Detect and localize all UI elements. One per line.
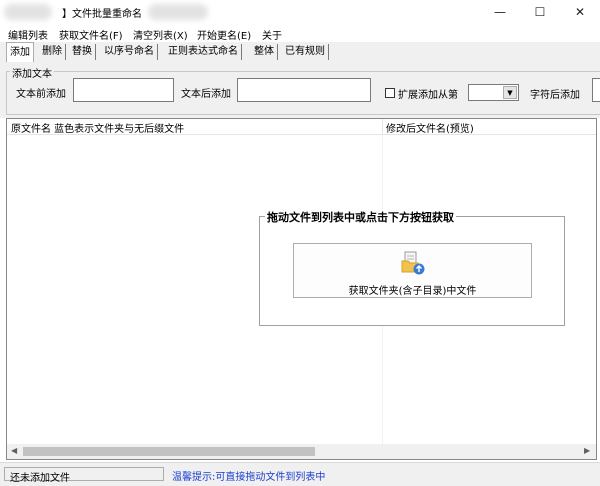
drag-drop-title: 拖动文件到列表中或点击下方按钮获取: [265, 209, 456, 225]
after-char-input-edge[interactable]: [592, 78, 600, 102]
extend-checkbox-label: 扩展添加从第: [398, 90, 458, 101]
get-folder-files-label: 获取文件夹(含子目录)中文件: [348, 286, 477, 297]
menu-bar: 编辑列表 获取文件名(F) 清空列表(X) 开始更名(E) 关于: [0, 24, 600, 42]
tab-existing-rules[interactable]: 已有规则: [282, 44, 329, 60]
after-char-label: 字符后添加: [530, 90, 580, 101]
menu-edit-list[interactable]: 编辑列表: [8, 27, 48, 42]
title-blurred: [148, 4, 208, 20]
column-original-name[interactable]: 原文件名 蓝色表示文件夹与无后缀文件: [11, 120, 184, 135]
suffix-label: 文本后添加: [181, 89, 231, 100]
scroll-right-icon[interactable]: ▶: [584, 446, 590, 455]
menu-get-filenames[interactable]: 获取文件名(F): [59, 27, 123, 42]
add-text-group-title: 添加文本: [10, 65, 54, 80]
folder-add-icon: [401, 251, 425, 275]
add-text-panel: 添加文本 文本前添加 文本后添加 扩展添加从第 ▼ 字符后添加: [0, 63, 600, 118]
suffix-input[interactable]: [237, 78, 371, 102]
menu-start-rename[interactable]: 开始更名(E): [197, 27, 251, 42]
app-icon-blurred: [4, 4, 52, 20]
list-header: 原文件名 蓝色表示文件夹与无后缀文件 修改后文件名(预览): [7, 119, 596, 135]
tab-sequence-name[interactable]: 以序号命名: [101, 44, 158, 60]
menu-clear-list[interactable]: 清空列表(X): [133, 27, 188, 42]
minimize-button[interactable]: —: [480, 0, 520, 24]
tab-whole[interactable]: 整体: [251, 44, 278, 60]
position-select[interactable]: ▼: [468, 84, 519, 101]
maximize-button[interactable]: ☐: [520, 0, 560, 24]
tab-replace[interactable]: 替换: [69, 44, 96, 60]
tab-delete[interactable]: 删除: [39, 44, 66, 60]
scrollbar-thumb[interactable]: [23, 447, 315, 456]
column-preview-name[interactable]: 修改后文件名(预览): [386, 120, 474, 135]
scroll-left-icon[interactable]: ◀: [11, 446, 17, 455]
title-bar: 】文件批量重命名 — ☐ ✕: [0, 0, 600, 24]
horizontal-scrollbar[interactable]: ◀ ▶: [7, 444, 596, 459]
tab-bar: 添加 删除 替换 以序号命名 正则表达式命名 整体 已有规则: [0, 42, 600, 63]
window-title: 】文件批量重命名: [62, 9, 142, 20]
get-folder-files-button[interactable]: 获取文件夹(含子目录)中文件: [293, 243, 532, 298]
extend-checkbox[interactable]: [385, 88, 395, 98]
tab-add[interactable]: 添加: [6, 42, 34, 62]
tab-regex-name[interactable]: 正则表达式命名: [165, 44, 242, 60]
tip-text: 温馨提示:可直接拖动文件到列表中: [172, 472, 326, 483]
close-button[interactable]: ✕: [560, 0, 600, 24]
status-text: 还未添加文件: [10, 473, 70, 484]
column-separator[interactable]: [382, 119, 383, 134]
chevron-down-icon[interactable]: ▼: [503, 86, 517, 99]
prefix-input[interactable]: [73, 78, 174, 102]
prefix-label: 文本前添加: [16, 89, 66, 100]
menu-about[interactable]: 关于: [262, 27, 282, 42]
